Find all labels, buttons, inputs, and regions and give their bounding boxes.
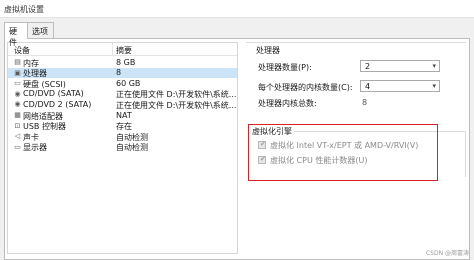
cores-per-processor-label: 每个处理器的内核数量(C): [258,83,353,92]
processor-icon: ▣ [14,68,21,77]
chevron-down-icon: ▾ [432,62,436,70]
device-list: 设备 摘要 ▤ 内存 8 GB ▣ 处理器 8 ▭ 硬盘 (SCSI) 60 G… [7,42,238,254]
total-cores-value: 8 [362,98,368,107]
device-name: 显示器 [23,143,47,153]
tab-hardware[interactable]: 硬件 [4,22,28,47]
device-summary: 8 GB [116,57,136,67]
tab-options[interactable]: 选项 [28,22,54,38]
cores-per-processor-select[interactable]: 4 ▾ [360,80,440,92]
device-summary: 自动检测 [116,143,148,153]
processor-section-title: 处理器 [256,46,280,55]
device-row-sound-card[interactable]: ◁ 声卡 自动检测 [8,131,237,142]
device-list-header: 设备 摘要 [8,43,237,56]
network-adapter-icon: ▦ [14,111,21,119]
cd-dvd-icon: ◉ [14,89,21,98]
window-title: 虚拟机设置 [4,5,44,14]
display-icon: ▭ [14,142,21,151]
watermark: CSDN @周富涛 [425,250,469,257]
processor-count-value: 2 [365,62,371,71]
device-row-processor[interactable]: ▣ 处理器 8 [8,67,237,79]
cores-per-processor-value: 4 [365,82,371,91]
processor-count-label: 处理器数量(P): [258,63,312,72]
device-summary: 60 GB [116,78,141,88]
device-row-usb-controller[interactable]: ⊡ USB 控制器 存在 [8,121,237,132]
device-row-memory[interactable]: ▤ 内存 8 GB [8,57,237,68]
usb-controller-icon: ⊡ [14,121,21,130]
device-row-hard-disk[interactable]: ▭ 硬盘 (SCSI) 60 GB [8,78,237,89]
device-row-network-adapter[interactable]: ▦ 网络适配器 NAT [8,110,237,121]
column-header-summary[interactable]: 摘要 [116,45,132,56]
device-row-cd-dvd-2[interactable]: ◉ CD/DVD 2 (SATA) 正在使用文件 D:\开发软件\系统... [8,99,237,110]
total-cores-label: 处理器内核总数: [258,99,317,108]
chevron-down-icon: ▾ [432,82,436,90]
title-bar: 虚拟机设置 [0,0,474,18]
hard-disk-icon: ▭ [14,79,21,88]
memory-icon: ▤ [14,58,21,66]
device-name: CD/DVD (SATA) [23,89,84,99]
device-name: CD/DVD 2 (SATA) [23,99,92,109]
processor-count-select[interactable]: 2 ▾ [360,60,440,72]
device-summary: 8 [116,68,122,78]
device-summary: NAT [116,110,132,120]
column-divider [112,43,113,56]
cd-dvd-icon: ◉ [14,100,21,109]
tab-strip: 硬件 选项 [0,22,474,47]
device-row-display[interactable]: ▭ 显示器 自动检测 [8,142,237,153]
highlight-annotation-box [248,124,438,181]
device-row-cd-dvd[interactable]: ◉ CD/DVD (SATA) 正在使用文件 D:\开发软件\系统... [8,89,237,100]
sound-card-icon: ◁ [14,132,21,141]
